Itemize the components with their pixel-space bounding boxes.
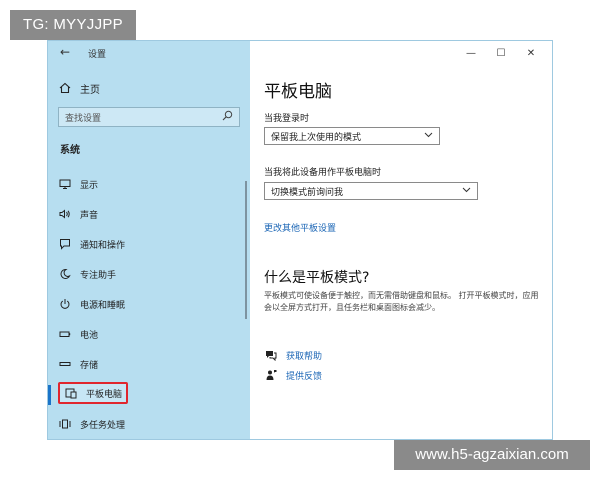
search-icon[interactable] (222, 110, 233, 124)
close-icon[interactable]: ✕ (516, 43, 546, 63)
settings-window: ← 设置 主页 查找设置 系统 显示 声音 通知和操作 专注助手 电源和睡眠 电… (47, 40, 553, 440)
dropdown-value: 切换模式前询问我 (271, 187, 344, 198)
storage-icon (58, 357, 72, 371)
more-tablet-settings-link[interactable]: 更改其他平板设置 (264, 221, 336, 234)
sidebar-item-label: 电源和睡眠 (80, 300, 126, 311)
sidebar: ← 设置 主页 查找设置 系统 显示 声音 通知和操作 专注助手 电源和睡眠 电… (48, 41, 250, 439)
sidebar-item-label: 多任务处理 (80, 420, 126, 431)
get-help-link[interactable]: 获取帮助 (286, 349, 322, 362)
sidebar-item-label: 平板电脑 (86, 389, 123, 400)
search-placeholder: 查找设置 (65, 113, 102, 124)
sidebar-item-battery[interactable]: 电池 (58, 325, 238, 343)
main-content: — ☐ ✕ 平板电脑 当我登录时 保留我上次使用的模式 当我将此设备用作平板电脑… (250, 41, 552, 439)
chevron-down-icon (462, 186, 471, 196)
sidebar-item-label: 通知和操作 (80, 240, 126, 251)
sidebar-item-label: 声音 (80, 210, 99, 221)
back-arrow-icon[interactable]: ← (60, 45, 70, 59)
sidebar-item-power-sleep[interactable]: 电源和睡眠 (58, 295, 238, 313)
monitor-icon (58, 177, 72, 191)
watermark-top: TG: MYYJJPP (10, 10, 136, 40)
window-controls: — ☐ ✕ (456, 43, 546, 63)
speaker-icon (58, 207, 72, 221)
sidebar-item-notifications[interactable]: 通知和操作 (58, 235, 238, 253)
what-is-tablet-mode-heading: 什么是平板模式? (264, 270, 370, 286)
feedback-link[interactable]: 提供反馈 (286, 369, 322, 382)
sidebar-item-multitasking[interactable]: 多任务处理 (58, 415, 238, 433)
section-title-system: 系统 (60, 145, 80, 156)
get-help-row[interactable]: 获取帮助 (264, 348, 322, 362)
sidebar-item-display[interactable]: 显示 (58, 175, 238, 193)
notification-icon (58, 237, 72, 251)
home-icon (58, 81, 72, 95)
watermark-bottom: www.h5-agzaixian.com (394, 440, 590, 470)
page-title: 平板电脑 (264, 82, 332, 102)
tablet-icon (64, 386, 78, 400)
sidebar-item-label: 显示 (80, 180, 99, 191)
selected-highlight-box: 平板电脑 (58, 382, 129, 404)
chevron-down-icon (424, 131, 433, 141)
title-bar: ← 设置 (48, 41, 250, 65)
signin-label: 当我登录时 (264, 114, 310, 124)
selection-indicator (48, 385, 51, 405)
signin-mode-dropdown[interactable]: 保留我上次使用的模式 (264, 127, 440, 145)
sidebar-item-label: 电池 (80, 330, 99, 341)
home-label: 主页 (80, 84, 100, 96)
feedback-icon (264, 368, 278, 382)
sidebar-item-label: 专注助手 (80, 270, 117, 281)
sidebar-item-home[interactable]: 主页 (58, 80, 238, 96)
moon-icon (58, 267, 72, 281)
help-chat-icon (264, 348, 278, 362)
window-title: 设置 (88, 50, 107, 60)
dropdown-value: 保留我上次使用的模式 (271, 132, 362, 143)
multitask-icon (58, 417, 72, 431)
sidebar-item-label: 存储 (80, 360, 99, 371)
sidebar-item-focus-assist[interactable]: 专注助手 (58, 265, 238, 283)
sidebar-item-tablet[interactable]: 平板电脑 (58, 382, 238, 404)
battery-icon (58, 327, 72, 341)
power-icon (58, 297, 72, 311)
sidebar-scrollbar[interactable] (245, 181, 247, 319)
sidebar-item-sound[interactable]: 声音 (58, 205, 238, 223)
tablet-mode-description: 平板模式可使设备便于触控，而无需借助键盘和鼠标。 打开平板模式时，应用会以全屏方… (264, 291, 539, 312)
minimize-icon[interactable]: — (456, 43, 486, 63)
tablet-use-label: 当我将此设备用作平板电脑时 (264, 168, 382, 178)
search-input[interactable]: 查找设置 (58, 107, 240, 127)
maximize-icon[interactable]: ☐ (486, 43, 516, 63)
sidebar-item-storage[interactable]: 存储 (58, 355, 238, 373)
feedback-row[interactable]: 提供反馈 (264, 368, 322, 382)
tablet-mode-dropdown[interactable]: 切换模式前询问我 (264, 182, 478, 200)
